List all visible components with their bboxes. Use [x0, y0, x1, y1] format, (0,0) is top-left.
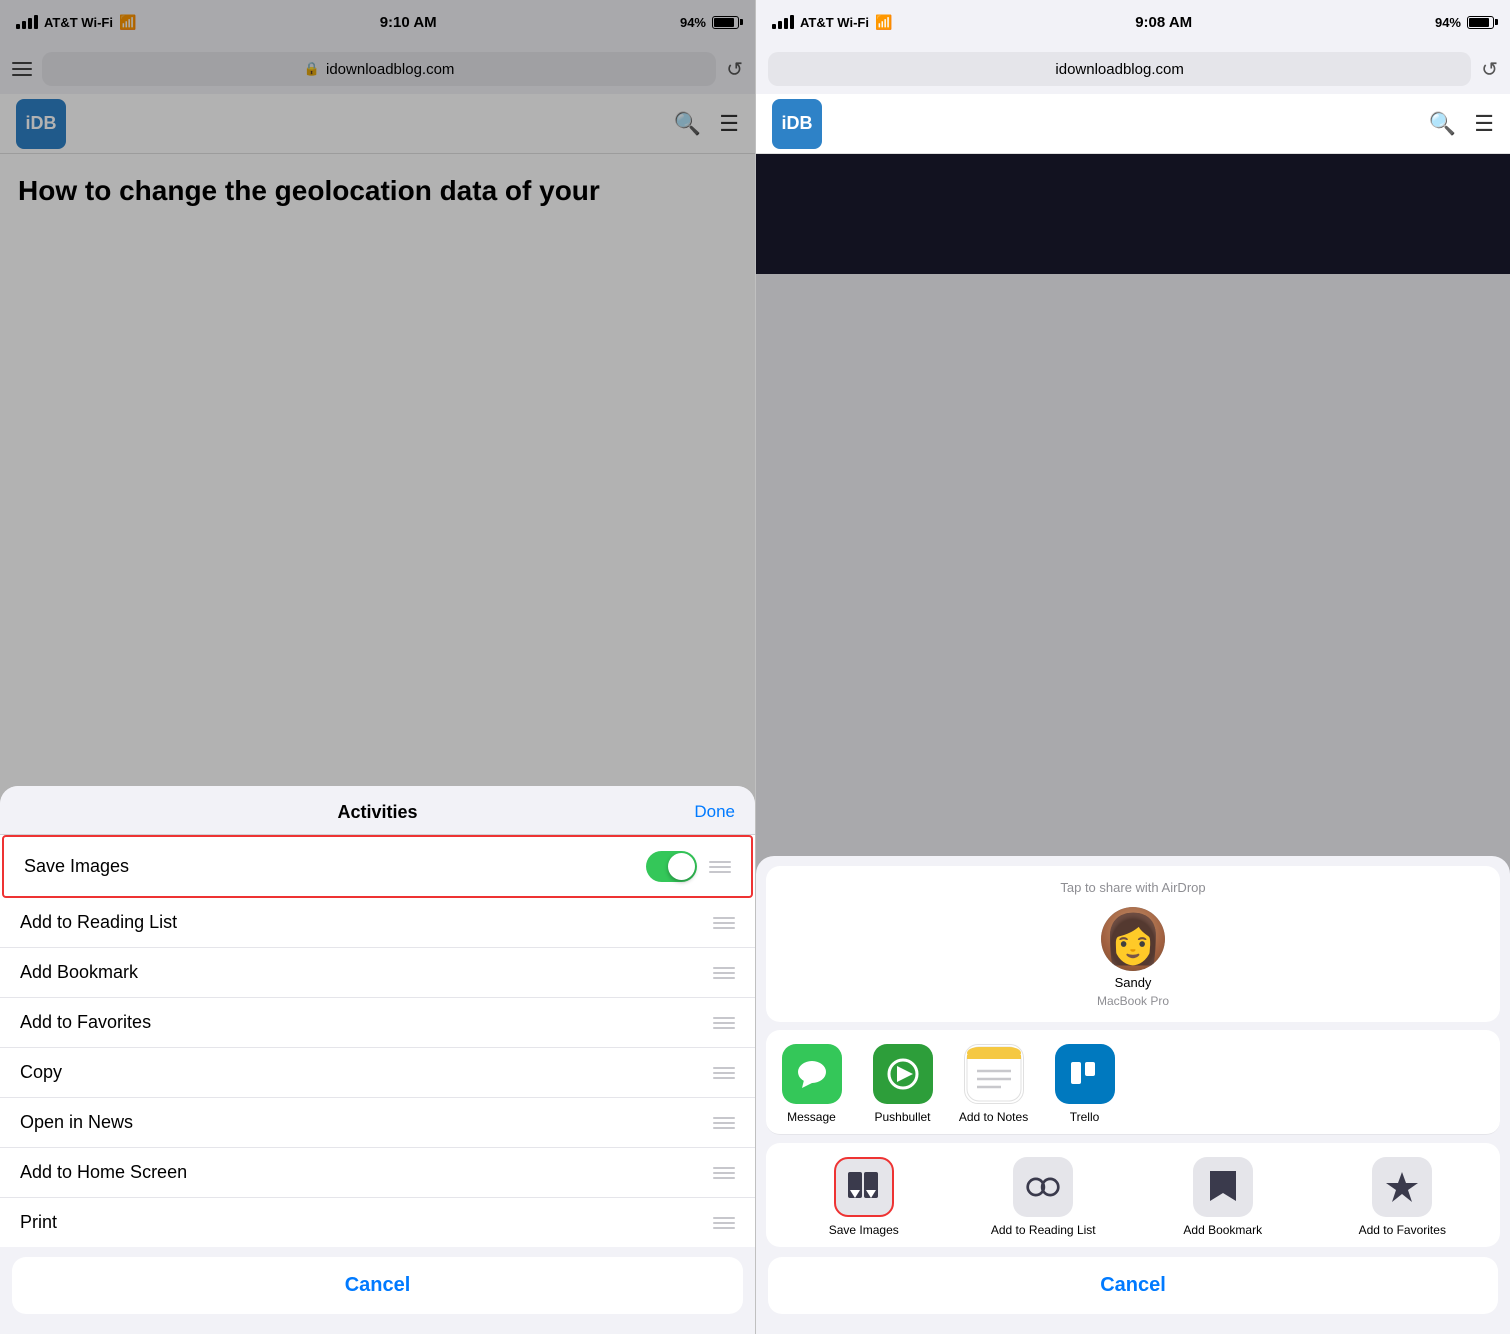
activity-row-reading-list[interactable]: Add to Reading List [0, 898, 755, 948]
url-text-right: idownloadblog.com [1055, 61, 1183, 78]
activity-row-add-favorites[interactable]: Add to Favorites [0, 998, 755, 1048]
activity-row-home-screen[interactable]: Add to Home Screen [0, 1148, 755, 1198]
airdrop-avatar [1101, 907, 1165, 971]
modal-title: Activities [337, 802, 417, 823]
menu-icon-right[interactable]: ☰ [1474, 111, 1494, 137]
share-apps-row: Message Pushbullet [766, 1030, 1500, 1135]
activities-list: Save Images Add to Reading List Add Book… [0, 835, 755, 1247]
bookmark-label: Add Bookmark [1183, 1223, 1262, 1237]
drag-handle-save-images[interactable] [709, 861, 731, 873]
activity-row-save-images[interactable]: Save Images [2, 835, 753, 898]
message-app-label: Message [787, 1110, 836, 1124]
share-modal: Tap to share with AirDrop Sandy MacBook … [756, 856, 1510, 1334]
cancel-button-right[interactable]: Cancel [768, 1257, 1498, 1314]
airdrop-device: MacBook Pro [1097, 994, 1169, 1008]
share-app-notes[interactable]: Add to Notes [956, 1044, 1031, 1124]
airdrop-person[interactable]: Sandy MacBook Pro [780, 907, 1486, 1008]
action-icons-row: Save Images Add to Reading List Add [766, 1143, 1500, 1247]
drag-handle-open-news[interactable] [713, 1117, 735, 1129]
airdrop-tap-label: Tap to share with AirDrop [780, 880, 1486, 895]
drag-handle-reading-list[interactable] [713, 917, 735, 929]
trello-app-label: Trello [1070, 1110, 1100, 1124]
notes-app-label: Add to Notes [959, 1110, 1028, 1124]
trello-app-icon [1055, 1044, 1115, 1104]
activity-label-add-bookmark: Add Bookmark [20, 962, 713, 983]
search-icon-right[interactable]: 🔍 [1429, 111, 1456, 137]
drag-handle-print[interactable] [713, 1217, 735, 1229]
avatar-face [1101, 907, 1165, 971]
reading-list-label: Add to Reading List [991, 1223, 1096, 1237]
signal-bars-right [772, 15, 794, 29]
site-header-icons-right: 🔍 ☰ [1429, 111, 1494, 137]
time-right: 9:08 AM [1135, 14, 1192, 31]
activity-label-save-images: Save Images [24, 856, 646, 877]
status-right-right: 94% [1435, 15, 1494, 30]
battery-pct-right: 94% [1435, 15, 1461, 30]
save-images-icon-box [834, 1157, 894, 1217]
battery-icon-right [1467, 16, 1494, 29]
share-apps-scroll: Message Pushbullet [774, 1044, 1492, 1124]
idb-logo-right: iDB [772, 99, 822, 149]
activity-row-print[interactable]: Print [0, 1198, 755, 1247]
site-header-right: iDB 🔍 ☰ [756, 94, 1510, 154]
toggle-save-images[interactable] [646, 851, 697, 882]
share-app-message[interactable]: Message [774, 1044, 849, 1124]
share-app-trello[interactable]: Trello [1047, 1044, 1122, 1124]
airdrop-section[interactable]: Tap to share with AirDrop Sandy MacBook … [766, 866, 1500, 1022]
notes-app-icon [964, 1044, 1024, 1104]
activity-label-copy: Copy [20, 1062, 713, 1083]
action-save-images[interactable]: Save Images [774, 1157, 954, 1237]
pushbullet-app-icon [873, 1044, 933, 1104]
bookmark-icon-box [1193, 1157, 1253, 1217]
done-button[interactable]: Done [694, 802, 735, 822]
message-app-icon [782, 1044, 842, 1104]
cancel-button-left[interactable]: Cancel [12, 1257, 743, 1314]
action-reading-list[interactable]: Add to Reading List [954, 1157, 1134, 1237]
drag-handle-copy[interactable] [713, 1067, 735, 1079]
modal-header: Activities Done [0, 786, 755, 835]
pushbullet-app-label: Pushbullet [874, 1110, 930, 1124]
favorites-label: Add to Favorites [1359, 1223, 1446, 1237]
activity-label-print: Print [20, 1212, 713, 1233]
activity-label-reading-list: Add to Reading List [20, 912, 713, 933]
drag-handle-add-bookmark[interactable] [713, 967, 735, 979]
status-bar-right: AT&T Wi-Fi 📶 9:08 AM 94% [756, 0, 1510, 44]
refresh-icon-right[interactable]: ↺ [1481, 57, 1498, 82]
url-pill-right[interactable]: idownloadblog.com [768, 52, 1471, 86]
drag-handle-add-favorites[interactable] [713, 1017, 735, 1029]
favorites-icon-box [1372, 1157, 1432, 1217]
left-phone: AT&T Wi-Fi 📶 9:10 AM 94% 🔒 idownloadblog… [0, 0, 755, 1334]
activity-label-open-news: Open in News [20, 1112, 713, 1133]
activity-label-add-favorites: Add to Favorites [20, 1012, 713, 1033]
airdrop-name: Sandy [1115, 975, 1152, 990]
status-left-right: AT&T Wi-Fi 📶 [772, 14, 892, 31]
activity-row-open-news[interactable]: Open in News [0, 1098, 755, 1148]
action-add-favorites[interactable]: Add to Favorites [1313, 1157, 1493, 1237]
wifi-icon-right: 📶 [875, 14, 892, 31]
share-app-pushbullet[interactable]: Pushbullet [865, 1044, 940, 1124]
drag-handle-home-screen[interactable] [713, 1167, 735, 1179]
address-bar-right: idownloadblog.com ↺ [756, 44, 1510, 94]
activities-modal: Activities Done Save Images Add to Readi… [0, 786, 755, 1334]
right-phone: AT&T Wi-Fi 📶 9:08 AM 94% idownloadblog.c… [755, 0, 1510, 1334]
save-images-label: Save Images [829, 1223, 899, 1237]
activity-row-copy[interactable]: Copy [0, 1048, 755, 1098]
carrier-right: AT&T Wi-Fi [800, 15, 869, 30]
action-add-bookmark[interactable]: Add Bookmark [1133, 1157, 1313, 1237]
activity-label-home-screen: Add to Home Screen [20, 1162, 713, 1183]
reading-list-icon-box [1013, 1157, 1073, 1217]
activity-row-add-bookmark[interactable]: Add Bookmark [0, 948, 755, 998]
